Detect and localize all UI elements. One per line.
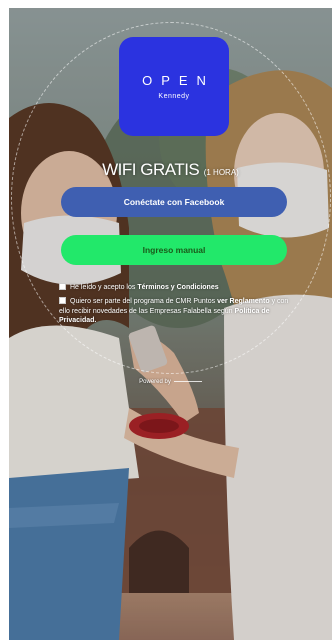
powered-by: Powered by xyxy=(9,379,332,385)
facebook-login-button[interactable]: Conéctate con Facebook xyxy=(61,187,287,217)
page-title-main: WIFI GRATIS xyxy=(102,160,200,179)
brand-logo-subtitle: Kennedy xyxy=(158,93,190,100)
terms-checkbox[interactable] xyxy=(59,283,66,290)
terms-link[interactable]: Términos y Condiciones xyxy=(137,284,218,291)
page-title-sub: (1 HORA) xyxy=(203,168,239,177)
program-consent-text: Quiero ser parte del programa de CMR Pun… xyxy=(70,298,216,305)
background-photo-frame: OPEN Kennedy WIFI GRATIS (1 HORA) Conéct… xyxy=(9,8,332,640)
brand-logo-name: OPEN xyxy=(142,73,215,88)
program-consent: Quiero ser parte del programa de CMR Pun… xyxy=(59,297,291,326)
page-title: WIFI GRATIS (1 HORA) xyxy=(9,160,332,180)
terms-consent-text: He leído y acepto los xyxy=(70,284,136,291)
manual-login-button[interactable]: Ingreso manual xyxy=(61,235,287,265)
powered-by-text: Powered by xyxy=(139,379,171,385)
terms-consent: He leído y acepto los Términos y Condici… xyxy=(59,283,291,293)
program-checkbox[interactable] xyxy=(59,297,66,304)
captive-portal-screen: OPEN Kennedy WIFI GRATIS (1 HORA) Conéct… xyxy=(0,0,332,640)
brand-logo: OPEN Kennedy xyxy=(119,37,229,136)
regulation-link[interactable]: ver Reglamento xyxy=(217,298,270,305)
powered-by-logo-line xyxy=(173,380,202,382)
